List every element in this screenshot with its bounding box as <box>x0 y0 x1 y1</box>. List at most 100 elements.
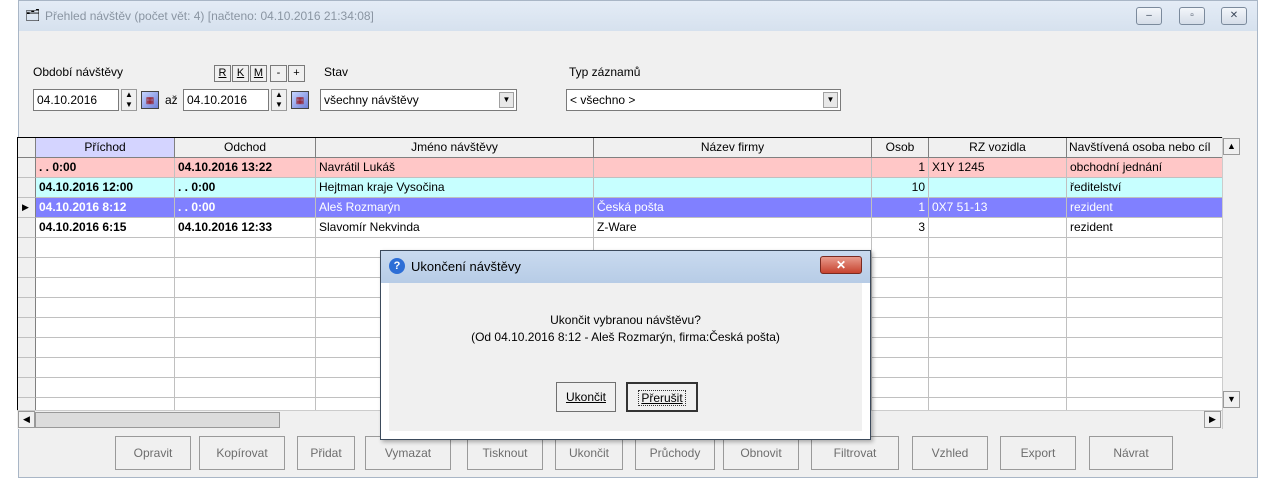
scroll-down-icon[interactable]: ▼ <box>1223 391 1240 408</box>
table-cell-persons[interactable] <box>872 238 929 258</box>
end-button[interactable]: Ukončit <box>555 436 623 470</box>
table-cell-target[interactable] <box>1067 298 1240 318</box>
dialog-close-button[interactable]: ✕ <box>820 256 862 274</box>
table-cell-company[interactable] <box>594 178 872 198</box>
table-cell-departure[interactable]: 04.10.2016 13:22 <box>175 158 316 178</box>
table-cell-company[interactable]: Česká pošta <box>594 198 872 218</box>
appearance-button[interactable]: Vzhled <box>912 436 988 470</box>
table-cell-plate[interactable] <box>929 258 1067 278</box>
table-cell-name[interactable]: Aleš Rozmarýn <box>316 198 594 218</box>
range-quarter-button[interactable]: K <box>232 65 249 82</box>
table-cell-departure[interactable] <box>175 358 316 378</box>
row-indicator[interactable] <box>18 278 36 298</box>
scroll-up-icon[interactable]: ▲ <box>1223 138 1240 155</box>
table-cell-arrival[interactable] <box>36 358 175 378</box>
row-indicator[interactable] <box>18 238 36 258</box>
table-cell-target[interactable]: rezident <box>1067 198 1240 218</box>
table-cell-persons[interactable] <box>872 298 929 318</box>
table-cell-departure[interactable] <box>175 378 316 398</box>
table-cell-plate[interactable] <box>929 358 1067 378</box>
table-cell-arrival[interactable] <box>36 258 175 278</box>
copy-button[interactable]: Kopírovat <box>199 436 285 470</box>
table-cell-target[interactable] <box>1067 238 1240 258</box>
row-indicator[interactable] <box>18 318 36 338</box>
vertical-scrollbar[interactable]: ▲ ▼ <box>1222 137 1240 429</box>
column-header-name[interactable]: Jméno návštěvy <box>316 138 594 158</box>
edit-button[interactable]: Opravit <box>115 436 191 470</box>
table-cell-arrival[interactable] <box>36 278 175 298</box>
table-cell-plate[interactable] <box>929 298 1067 318</box>
row-indicator[interactable] <box>18 218 36 238</box>
range-minus-button[interactable]: - <box>270 65 287 82</box>
column-header-arrival[interactable]: Příchod <box>36 138 175 158</box>
date-to-field[interactable]: 04.10.2016 <box>183 89 269 111</box>
date-to-spinner[interactable]: ▲ ▼ <box>271 89 287 111</box>
table-cell-arrival[interactable]: . . 0:00 <box>36 158 175 178</box>
table-cell-plate[interactable]: 0X7 51-13 <box>929 198 1067 218</box>
table-cell-persons[interactable]: 1 <box>872 158 929 178</box>
scroll-right-icon[interactable]: ▶ <box>1204 411 1221 428</box>
date-from-spinner[interactable]: ▲ ▼ <box>121 89 137 111</box>
table-cell-target[interactable] <box>1067 358 1240 378</box>
delete-button[interactable]: Vymazat <box>365 436 451 470</box>
scroll-left-icon[interactable]: ◀ <box>18 411 35 428</box>
table-cell-arrival[interactable]: 04.10.2016 12:00 <box>36 178 175 198</box>
column-header-departure[interactable]: Odchod <box>175 138 316 158</box>
table-cell-plate[interactable] <box>929 278 1067 298</box>
table-cell-target[interactable] <box>1067 378 1240 398</box>
maximize-button[interactable]: ▫ <box>1179 7 1205 25</box>
export-button[interactable]: Export <box>1000 436 1076 470</box>
date-from-field[interactable]: 04.10.2016 <box>33 89 119 111</box>
column-header-target[interactable]: Navštívená osoba nebo cíl <box>1067 138 1240 158</box>
table-cell-persons[interactable] <box>872 378 929 398</box>
table-cell-departure[interactable] <box>175 278 316 298</box>
table-cell-departure[interactable]: 04.10.2016 12:33 <box>175 218 316 238</box>
title-bar[interactable]: 🗂 Přehled návštěv (počet vět: 4) [načten… <box>19 1 1257 31</box>
table-cell-departure[interactable] <box>175 338 316 358</box>
row-indicator[interactable] <box>18 378 36 398</box>
chevron-down-icon[interactable]: ▼ <box>499 92 514 108</box>
table-cell-departure[interactable] <box>175 298 316 318</box>
table-cell-plate[interactable] <box>929 378 1067 398</box>
table-cell-target[interactable] <box>1067 338 1240 358</box>
table-cell-persons[interactable] <box>872 278 929 298</box>
chevron-down-icon[interactable]: ▼ <box>823 92 838 108</box>
table-cell-target[interactable]: ředitelství <box>1067 178 1240 198</box>
row-indicator[interactable] <box>18 258 36 278</box>
add-button[interactable]: Přidat <box>297 436 355 470</box>
table-cell-plate[interactable] <box>929 338 1067 358</box>
range-year-button[interactable]: R <box>214 65 231 82</box>
passages-button[interactable]: Průchody <box>635 436 715 470</box>
return-button[interactable]: Návrat <box>1089 436 1173 470</box>
table-cell-arrival[interactable] <box>36 238 175 258</box>
refresh-button[interactable]: Obnovit <box>723 436 799 470</box>
column-header-company[interactable]: Název firmy <box>594 138 872 158</box>
range-month-button[interactable]: M <box>250 65 267 82</box>
table-cell-target[interactable]: rezident <box>1067 218 1240 238</box>
table-cell-arrival[interactable] <box>36 298 175 318</box>
range-plus-button[interactable]: + <box>288 65 305 82</box>
table-cell-persons[interactable] <box>872 258 929 278</box>
row-indicator[interactable] <box>18 298 36 318</box>
cancel-button[interactable]: Přerušit <box>626 382 698 412</box>
status-select[interactable]: všechny návštěvy ▼ <box>320 89 517 111</box>
confirm-end-button[interactable]: Ukončit <box>556 382 616 412</box>
table-cell-persons[interactable]: 10 <box>872 178 929 198</box>
print-button[interactable]: Tisknout <box>467 436 543 470</box>
table-cell-arrival[interactable] <box>36 378 175 398</box>
table-cell-persons[interactable] <box>872 358 929 378</box>
table-cell-persons[interactable]: 3 <box>872 218 929 238</box>
table-cell-persons[interactable] <box>872 338 929 358</box>
table-cell-departure[interactable]: . . 0:00 <box>175 198 316 218</box>
table-cell-plate[interactable] <box>929 218 1067 238</box>
dialog-title-bar[interactable]: ? Ukončení návštěvy ✕ <box>381 251 870 283</box>
table-cell-company[interactable] <box>594 158 872 178</box>
table-cell-name[interactable]: Slavomír Nekvinda <box>316 218 594 238</box>
table-cell-persons[interactable]: 1 <box>872 198 929 218</box>
row-indicator[interactable] <box>18 178 36 198</box>
row-indicator[interactable] <box>18 158 36 178</box>
column-header-plate[interactable]: RZ vozidla <box>929 138 1067 158</box>
table-cell-departure[interactable] <box>175 258 316 278</box>
table-cell-target[interactable] <box>1067 278 1240 298</box>
minimize-button[interactable]: ‒ <box>1136 7 1162 25</box>
